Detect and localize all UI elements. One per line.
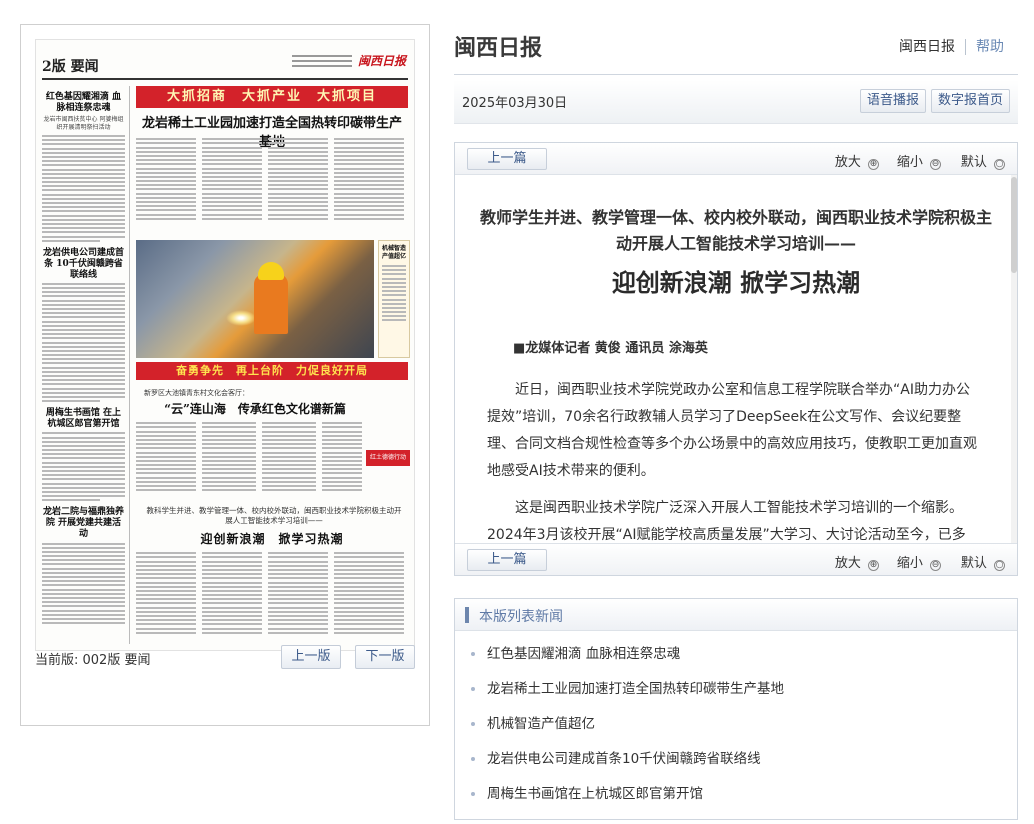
prev-article-button[interactable]: 上一篇 xyxy=(467,148,547,170)
article-scrollbar[interactable] xyxy=(1011,175,1017,543)
page-image-headline2[interactable]: “云”连山海 传承红色文化谱新篇 xyxy=(136,400,374,417)
zoom-in-button[interactable]: 放大 ⊕ xyxy=(835,552,879,571)
news-list-panel: 本版列表新闻 红色基因耀湘滴 血脉相连祭忠魂 龙岩稀土工业园加速打造全国热转印碳… xyxy=(454,598,1018,820)
zoom-default-button[interactable]: 默认 ○ xyxy=(961,552,1005,571)
current-edition-label: 当前版: 002版 要闻 xyxy=(35,653,151,668)
zoom-default-button[interactable]: 默认 ○ xyxy=(961,151,1005,170)
page-nav-footer: 当前版: 002版 要闻 上一版 下一版 xyxy=(35,645,415,671)
news-list-item[interactable]: 周梅生书画馆在上杭城区郎官第开馆 xyxy=(455,779,1017,814)
scrollbar-thumb[interactable] xyxy=(1011,177,1017,273)
zoom-out-icon: ⊖ xyxy=(930,159,941,170)
newspaper-page-image[interactable]: 2版 要闻 闽西日报 红色基因耀湘滴 血脉相连祭忠魂 龙岩市闽西扶贫中心 阿婆梅… xyxy=(35,39,415,651)
article-content: 教师学生并进、教学管理一体、校内校外联动，闽西职业技术学院积极主动开展人工智能技… xyxy=(455,175,1017,543)
news-list-header: 本版列表新闻 xyxy=(455,599,1017,631)
article-pretitle: 教师学生并进、教学管理一体、校内校外联动，闽西职业技术学院积极主动开展人工智能技… xyxy=(479,208,992,253)
page-image-sidebox[interactable]: 机械智造产值超亿 xyxy=(378,240,410,358)
header-accent-bar xyxy=(465,607,469,623)
page-image-left-column: 红色基因耀湘滴 血脉相连祭忠魂 龙岩市闽西扶贫中心 阿婆梅组织开展清明祭扫活动 … xyxy=(42,86,130,644)
zoom-default-icon: ○ xyxy=(994,159,1005,170)
help-link[interactable]: 帮助 xyxy=(976,39,1004,55)
article-toolbar-top: 上一篇 放大 ⊕ 缩小 ⊖ 默认 ○ xyxy=(455,143,1017,175)
page-image-col-subhead: 龙岩市闽西扶贫中心 阿婆梅组织开展清明祭扫活动 xyxy=(43,116,124,131)
page-image-redbar: 奋勇争先 再上台阶 力促良好开局 xyxy=(136,362,408,380)
news-list-title: 本版列表新闻 xyxy=(479,609,563,625)
page-image-dateblock xyxy=(292,52,352,70)
news-list: 红色基因耀湘滴 血脉相连祭忠魂 龙岩稀土工业园加速打造全国热转印碳带生产基地 机… xyxy=(455,639,1017,814)
zoom-out-button[interactable]: 缩小 ⊖ xyxy=(897,151,941,170)
news-list-item[interactable]: 红色基因耀湘滴 血脉相连祭忠魂 xyxy=(455,639,1017,674)
zoom-default-icon: ○ xyxy=(994,560,1005,571)
next-edition-button[interactable]: 下一版 xyxy=(355,645,415,669)
prev-edition-button[interactable]: 上一版 xyxy=(281,645,341,669)
date-bar: 2025年03月30日 语音播报 数字报首页 xyxy=(454,80,1018,124)
page-image-col-headline[interactable]: 龙岩二院与福鼎独养院 开展党建共建活动 xyxy=(42,507,125,540)
page-image-banner: 大抓招商 大抓产业 大抓项目 xyxy=(136,86,408,108)
article-paragraph: 这是闽西职业技术学院广泛深入开展人工智能技术学习培训的一个缩影。2024年3月该… xyxy=(487,500,966,543)
article-title: 迎创新浪潮 掀学习热潮 xyxy=(611,269,861,297)
digital-paper-home-button[interactable]: 数字报首页 xyxy=(930,89,1010,113)
zoom-in-icon: ⊕ xyxy=(868,560,879,571)
header-divider xyxy=(454,74,1018,75)
article-toolbar-bottom: 上一篇 放大 ⊕ 缩小 ⊖ 默认 ○ xyxy=(455,543,1017,575)
site-title: 闽西日报 xyxy=(454,36,543,61)
page-image-col-headline[interactable]: 龙岩供电公司建成首条 10千伏闽赣跨省联络线 xyxy=(42,248,125,281)
article-byline: ■龙媒体记者 黄俊 通讯员 涂海英 xyxy=(513,341,708,356)
page-image-kicker: 新罗区大池镇青东村文化会客厅： xyxy=(144,389,249,397)
issue-date: 2025年03月30日 xyxy=(462,96,568,111)
article-paragraph: 近日，闽西职业技术学院党政办公室和信息工程学院联合举办“AI助力办公提效”培训，… xyxy=(487,382,977,479)
page-image-headline3[interactable]: 迎创新浪潮 掀学习热潮 xyxy=(136,530,408,547)
news-list-item[interactable]: 机械智造产值超亿 xyxy=(455,709,1017,744)
news-list-item[interactable]: 龙岩稀土工业园加速打造全国热转印碳带生产基地 xyxy=(455,674,1017,709)
top-links: 闽西日报 帮助 xyxy=(899,36,1004,56)
newspaper-home-link[interactable]: 闽西日报 xyxy=(899,39,955,55)
page-image-kicker2: 教科学生并进、教学管理一体、校内校外联动，闽西职业技术学院积极主动开展人工智能技… xyxy=(146,506,402,525)
zoom-out-button[interactable]: 缩小 ⊖ xyxy=(897,552,941,571)
page-image-col-headline[interactable]: 红色基因耀湘滴 血脉相连祭忠魂 xyxy=(42,92,125,114)
voice-broadcast-button[interactable]: 语音播报 xyxy=(859,89,926,113)
page-image-logo: 闽西日报 xyxy=(357,54,406,68)
page-preview-panel: 2版 要闻 闽西日报 红色基因耀湘滴 血脉相连祭忠魂 龙岩市闽西扶贫中心 阿婆梅… xyxy=(20,24,430,726)
zoom-out-icon: ⊖ xyxy=(930,560,941,571)
zoom-in-icon: ⊕ xyxy=(868,159,879,170)
page-image-col-headline[interactable]: 周梅生书画馆 在上杭城区郎官第开馆 xyxy=(42,408,125,430)
zoom-in-button[interactable]: 放大 ⊕ xyxy=(835,151,879,170)
page-image-red-label: 红土德德行动 xyxy=(366,450,410,466)
article-panel: 上一篇 放大 ⊕ 缩小 ⊖ 默认 ○ 教师学生并进、教学管理一体、校内校外联动，… xyxy=(454,142,1018,576)
page-image-edition: 2版 要闻 xyxy=(42,59,99,75)
page-image-photo xyxy=(136,240,374,358)
news-list-item[interactable]: 龙岩供电公司建成首条10千伏闽赣跨省联络线 xyxy=(455,744,1017,779)
prev-article-button[interactable]: 上一篇 xyxy=(467,549,547,571)
page-image-header: 2版 要闻 闽西日报 xyxy=(42,46,408,80)
